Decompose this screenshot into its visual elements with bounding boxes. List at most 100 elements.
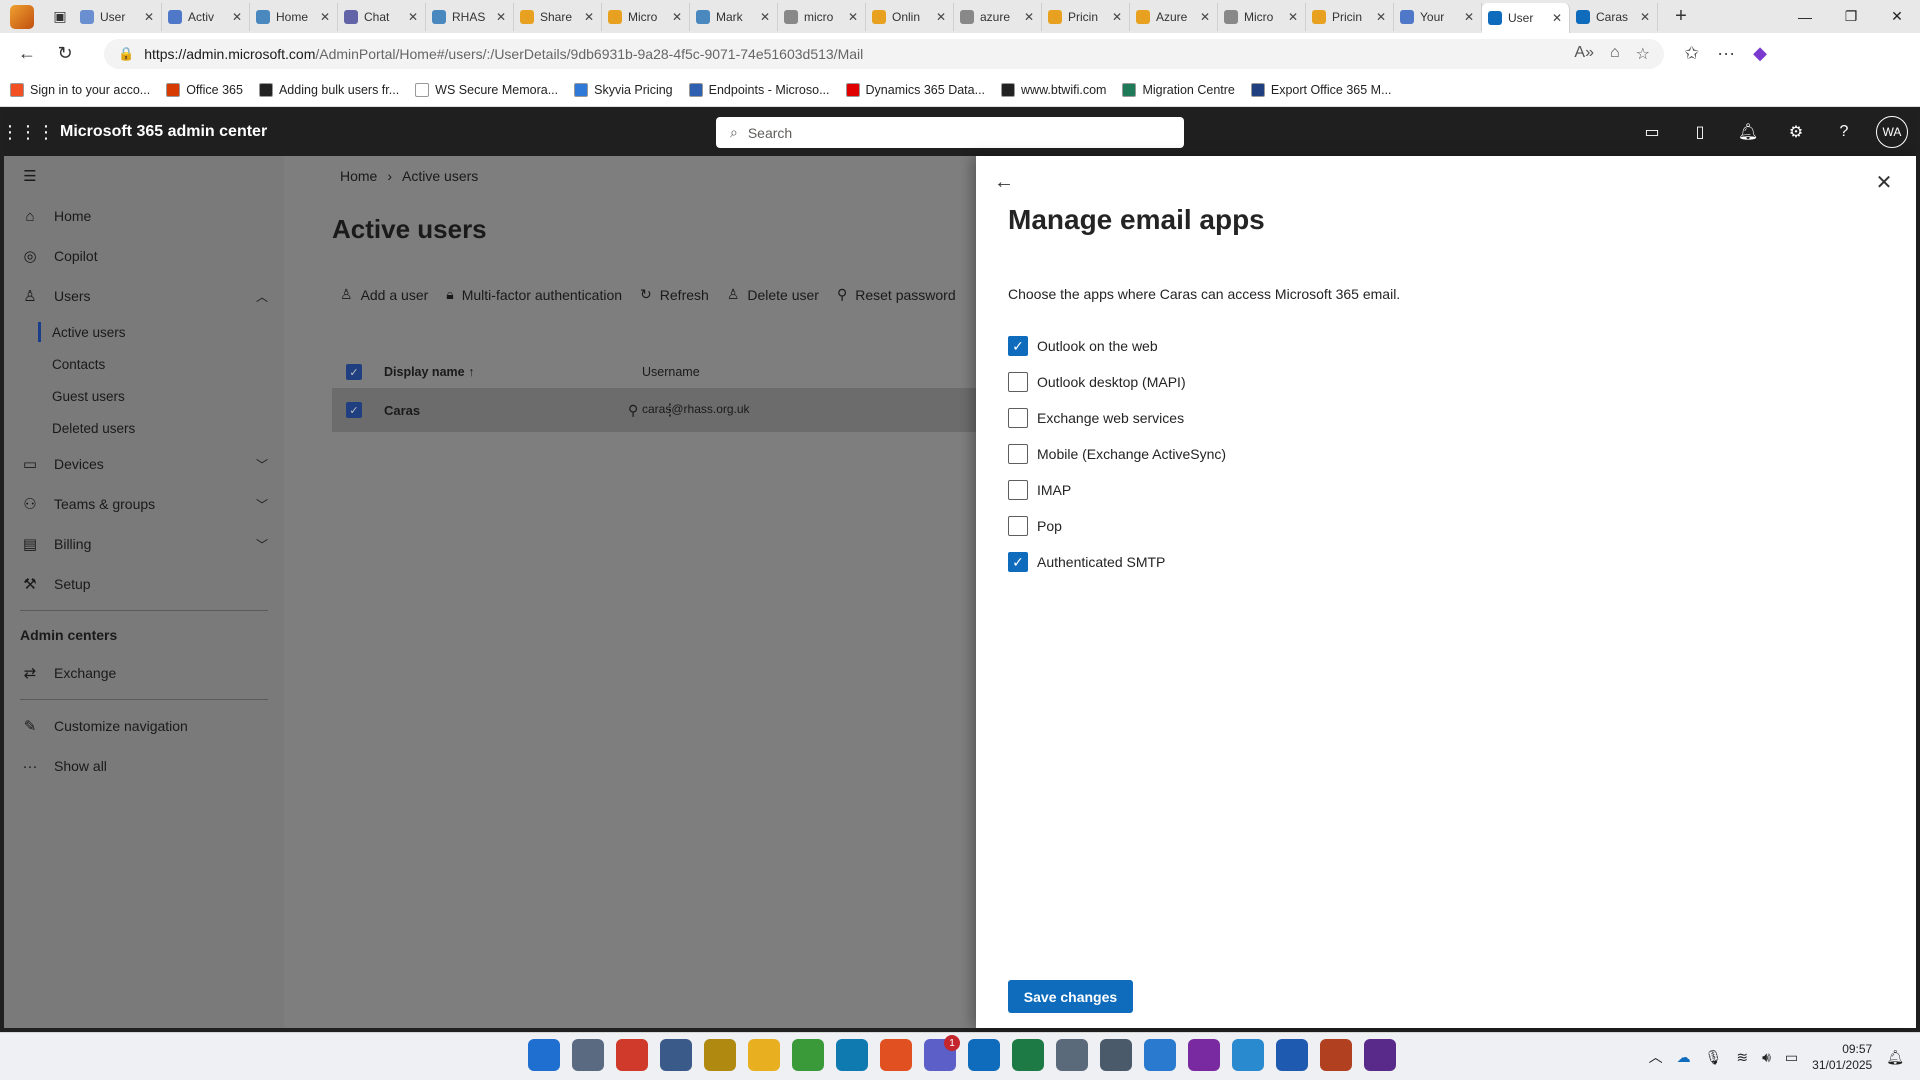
minimize-icon[interactable]: —: [1782, 0, 1828, 33]
settings-icon[interactable]: [1056, 1039, 1088, 1071]
edge-icon[interactable]: [836, 1039, 868, 1071]
tab-actions-icon[interactable]: ▣: [46, 3, 74, 31]
browser-tab[interactable]: Share ✕: [514, 2, 602, 31]
checkbox[interactable]: [1008, 444, 1028, 464]
bookmark-item[interactable]: WS Secure Memora...: [415, 83, 558, 97]
nav-item-setup[interactable]: ⚒ Setup: [4, 564, 284, 604]
bookmark-item[interactable]: Migration Centre: [1122, 83, 1235, 97]
bell-icon[interactable]: 🔔︎: [1724, 108, 1772, 156]
tab-close-icon[interactable]: ✕: [1639, 10, 1651, 24]
remote-desktop-icon[interactable]: [660, 1039, 692, 1071]
volume-icon[interactable]: 🔊︎: [1762, 1049, 1771, 1066]
email-app-option[interactable]: ✓ Authenticated SMTP: [1008, 544, 1226, 580]
tab-close-icon[interactable]: ✕: [1287, 10, 1299, 24]
nav-collapse[interactable]: ☰: [4, 156, 284, 196]
copilot-browser-icon[interactable]: ◆: [1753, 43, 1767, 64]
checkbox[interactable]: [1008, 372, 1028, 392]
browser-tab[interactable]: Azure ✕: [1130, 2, 1218, 31]
bookmark-item[interactable]: Export Office 365 M...: [1250, 83, 1392, 97]
clock[interactable]: 09:57 31/01/2025: [1812, 1041, 1872, 1073]
microphone-icon[interactable]: 🎙︎: [1705, 1049, 1723, 1066]
more-options-icon[interactable]: ···: [1717, 43, 1735, 64]
notepad-icon[interactable]: [792, 1039, 824, 1071]
browser-tab[interactable]: Your ✕: [1394, 2, 1482, 31]
chevron-down-icon[interactable]: ﹀: [256, 496, 268, 513]
tab-close-icon[interactable]: ✕: [671, 10, 683, 24]
browser-tab[interactable]: Chat ✕: [338, 2, 426, 31]
breadcrumb-active-users[interactable]: Active users: [402, 168, 478, 184]
close-icon[interactable]: ✕: [1870, 168, 1898, 196]
new-tab-button[interactable]: +: [1666, 5, 1696, 28]
email-app-option[interactable]: Exchange web services: [1008, 400, 1226, 436]
bookmark-item[interactable]: Endpoints - Microso...: [688, 83, 830, 97]
wifi-icon[interactable]: ≋: [1736, 1049, 1748, 1066]
refresh-button[interactable]: ↻ Refresh: [640, 286, 709, 303]
app-title[interactable]: Microsoft 365 admin center: [60, 123, 267, 141]
chevron-down-icon[interactable]: ﹀: [256, 456, 268, 473]
row-display-name[interactable]: Caras: [384, 403, 420, 418]
browser-tab[interactable]: azure ✕: [954, 2, 1042, 31]
terminal-icon[interactable]: ▭: [1628, 108, 1676, 156]
notification-bell-icon[interactable]: 🔔︎: [1886, 1049, 1904, 1066]
nav-sub-deleted-users[interactable]: Deleted users: [4, 412, 284, 444]
email-app-option[interactable]: Mobile (Exchange ActiveSync): [1008, 436, 1226, 472]
table-row[interactable]: ✓ Caras ⚲ ⋮ caras@rhass.org.uk: [332, 388, 976, 432]
azure-ds-icon[interactable]: [1232, 1039, 1264, 1071]
bookmark-item[interactable]: Office 365: [166, 83, 243, 97]
dns-icon[interactable]: [704, 1039, 736, 1071]
browser-tab[interactable]: RHAS ✕: [426, 2, 514, 31]
back-icon[interactable]: ←: [10, 37, 44, 71]
chevron-down-icon[interactable]: ﹀: [256, 536, 268, 553]
select-all-checkbox[interactable]: ✓: [346, 364, 362, 380]
favorite-star-icon[interactable]: ☆: [1636, 44, 1650, 64]
bookmark-item[interactable]: Skyvia Pricing: [574, 83, 673, 97]
bookmark-item[interactable]: www.btwifi.com: [1001, 83, 1106, 97]
tab-close-icon[interactable]: ✕: [319, 10, 331, 24]
add-user-button[interactable]: ♙ Add a user: [340, 286, 428, 303]
start-icon[interactable]: [528, 1039, 560, 1071]
gear-icon[interactable]: ⚙: [1772, 108, 1820, 156]
refresh-icon[interactable]: ↻: [48, 37, 82, 71]
bookmark-item[interactable]: Dynamics 365 Data...: [845, 83, 985, 97]
outlook-icon[interactable]: [968, 1039, 1000, 1071]
nav-item-exchange[interactable]: ⇄ Exchange: [4, 653, 284, 693]
word-icon[interactable]: [1276, 1039, 1308, 1071]
tab-close-icon[interactable]: ✕: [1463, 10, 1475, 24]
onedrive-icon[interactable]: ☁: [1677, 1049, 1691, 1066]
tab-close-icon[interactable]: ✕: [759, 10, 771, 24]
nav-item-billing[interactable]: ▤ Billing ﹀: [4, 524, 284, 564]
help-icon[interactable]: ?: [1820, 108, 1868, 156]
tab-close-icon[interactable]: ✕: [847, 10, 859, 24]
column-username[interactable]: Username: [642, 365, 700, 379]
tab-close-icon[interactable]: ✕: [407, 10, 419, 24]
browser-tab[interactable]: Onlin ✕: [866, 2, 954, 31]
nav-item-home[interactable]: ⌂ Home: [4, 196, 284, 236]
checkbox[interactable]: ✓: [1008, 552, 1028, 572]
bookmark-item[interactable]: Adding bulk users fr...: [258, 83, 399, 97]
app-available-icon[interactable]: ⌂: [1610, 44, 1620, 64]
column-display-name[interactable]: Display name ↑: [384, 365, 474, 379]
row-checkbox[interactable]: ✓: [346, 402, 362, 418]
tab-close-icon[interactable]: ✕: [1551, 11, 1563, 25]
nav-item-customize[interactable]: ✎ Customize navigation: [4, 706, 284, 746]
chevron-up-icon[interactable]: ︿: [256, 288, 268, 305]
email-app-option[interactable]: Outlook desktop (MAPI): [1008, 364, 1226, 400]
teams-icon[interactable]: 1: [924, 1035, 960, 1071]
read-aloud-icon[interactable]: A»: [1574, 44, 1594, 64]
browser-tab[interactable]: Pricin ✕: [1306, 2, 1394, 31]
calculator-icon[interactable]: [1100, 1039, 1132, 1071]
breadcrumb-home[interactable]: Home: [340, 168, 377, 184]
checkbox[interactable]: [1008, 516, 1028, 536]
favorites-icon[interactable]: ✩: [1684, 43, 1699, 64]
nav-item-copilot[interactable]: ◎ Copilot: [4, 236, 284, 276]
site-info-icon[interactable]: 🔒: [118, 46, 134, 62]
photos-icon[interactable]: [1144, 1039, 1176, 1071]
email-app-option[interactable]: IMAP: [1008, 472, 1226, 508]
save-changes-button[interactable]: Save changes: [1008, 980, 1133, 1013]
onenote-icon[interactable]: [1188, 1039, 1220, 1071]
app-stripes-icon[interactable]: [1320, 1039, 1352, 1071]
browser-tab[interactable]: User ✕: [74, 2, 162, 31]
bookmark-item[interactable]: Sign in to your acco...: [10, 83, 150, 97]
app-q-icon[interactable]: [1364, 1039, 1396, 1071]
restore-icon[interactable]: ❐: [1828, 0, 1874, 33]
